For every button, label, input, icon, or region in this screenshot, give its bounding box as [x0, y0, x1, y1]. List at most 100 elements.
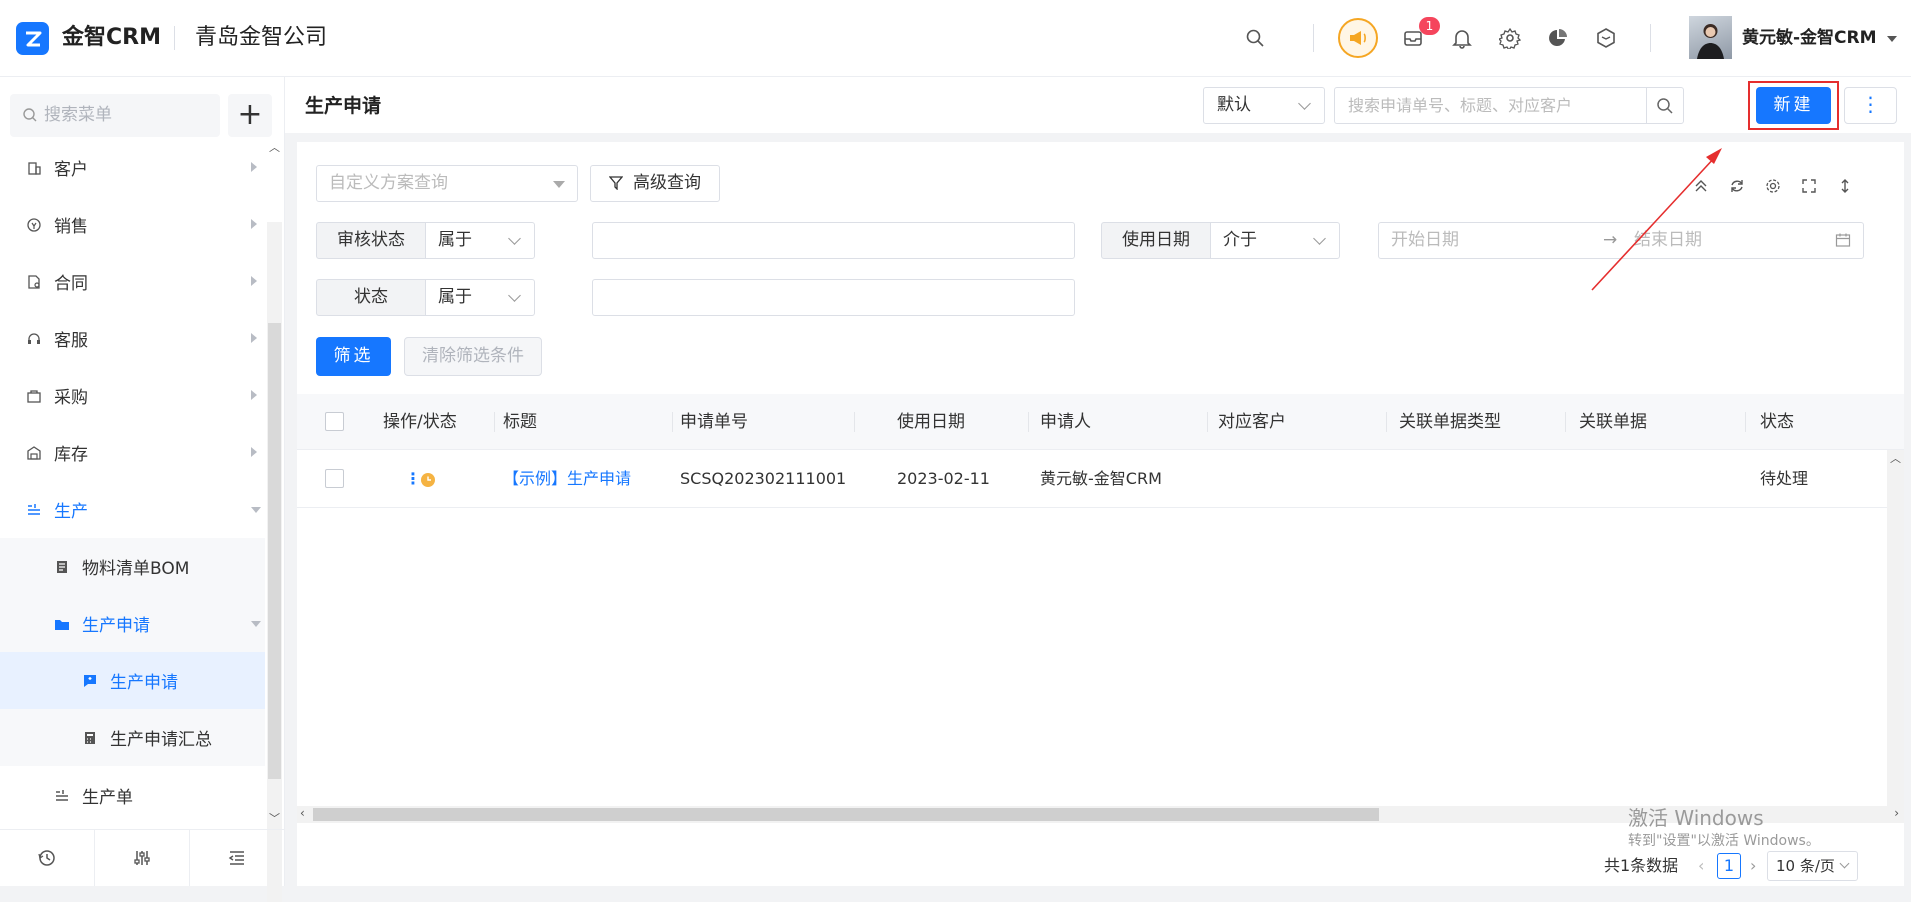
avatar[interactable]	[1689, 16, 1732, 59]
new-button[interactable]: 新建	[1756, 87, 1831, 124]
table-row[interactable]: ⋮ 【示例】生产申请 SCSQ202302111001 2023-02-11 黄…	[297, 450, 1904, 508]
sidebar-item-purchase[interactable]: 采购	[0, 367, 265, 424]
column-header[interactable]: 状态	[1752, 394, 1794, 450]
next-page-icon[interactable]: ›	[1750, 854, 1756, 878]
bell-icon[interactable]	[1450, 26, 1474, 50]
production-icon	[24, 500, 44, 520]
column-header[interactable]: 标题	[495, 394, 537, 450]
column-header[interactable]: 申请人	[1032, 394, 1091, 450]
scroll-up-icon[interactable]: ︿	[1890, 450, 1901, 466]
user-name[interactable]: 黄元敏-金智CRM	[1742, 26, 1877, 50]
sidebar-item-production-request[interactable]: 生产申请	[0, 652, 265, 709]
folder-icon	[52, 614, 72, 634]
search-button[interactable]	[1646, 88, 1683, 123]
sidebar-item-label: 客服	[54, 331, 88, 351]
table-vertical-scrollbar[interactable]: ︿	[1887, 450, 1904, 806]
column-header[interactable]: 关联单据	[1571, 394, 1647, 450]
date-range-picker[interactable]: 开始日期 → 结束日期	[1378, 222, 1864, 259]
sidebar-item-inventory[interactable]: 库存	[0, 424, 265, 481]
building-icon	[24, 158, 44, 178]
column-header[interactable]: 操作/状态	[375, 394, 457, 450]
table-header: 操作/状态 标题 申请单号 使用日期 申请人 对应客户 关联单据类型 关联单据 …	[297, 394, 1904, 450]
refresh-icon[interactable]	[1726, 175, 1748, 197]
sliders-icon[interactable]	[95, 830, 190, 886]
filter-button[interactable]: 筛选	[316, 337, 391, 376]
headset-icon	[24, 329, 44, 349]
column-divider[interactable]	[1745, 412, 1746, 432]
add-menu-button[interactable]: +	[228, 94, 272, 137]
chevron-right-icon	[251, 447, 257, 457]
history-icon[interactable]	[0, 830, 95, 886]
menu-search-input[interactable]: 搜索菜单	[10, 94, 220, 137]
pagination-total: 共1条数据	[1604, 856, 1679, 875]
row-link-type	[1391, 450, 1399, 508]
row-checkbox[interactable]	[325, 469, 344, 488]
row-height-icon[interactable]	[1834, 175, 1856, 197]
sidebar-item-bom[interactable]: 物料清单BOM	[0, 538, 265, 595]
prev-page-icon[interactable]: ‹	[1698, 854, 1704, 878]
scroll-down-icon[interactable]: ﹀	[268, 810, 281, 826]
scroll-left-icon[interactable]: ‹	[300, 806, 305, 820]
status-operator[interactable]: 属于	[425, 279, 535, 316]
sidebar-item-production-order[interactable]: 生产单	[0, 767, 265, 824]
sidebar-item-production[interactable]: 生产	[0, 481, 265, 538]
chevron-down-icon[interactable]	[1881, 27, 1903, 51]
select-all-checkbox[interactable]	[325, 412, 344, 431]
menu-search-placeholder: 搜索菜单	[44, 105, 112, 125]
page-size-select[interactable]: 10 条/页	[1767, 851, 1858, 881]
pie-chart-icon[interactable]	[1546, 26, 1570, 50]
sidebar-item-sales[interactable]: 销售	[0, 196, 265, 253]
sidebar-item-contract[interactable]: 合同	[0, 253, 265, 310]
scheme-query-select[interactable]: 自定义方案查询	[316, 165, 578, 202]
advanced-query-button[interactable]: 高级查询	[590, 165, 720, 202]
scroll-right-icon[interactable]: ›	[1894, 806, 1899, 820]
more-button[interactable]: ⋮	[1844, 87, 1897, 124]
sidebar-item-production-request-summary[interactable]: 生产申请汇总	[0, 709, 265, 766]
row-date: 2023-02-11	[897, 469, 990, 488]
sidebar-item-service[interactable]: 客服	[0, 310, 265, 367]
end-date-placeholder[interactable]: 结束日期	[1634, 223, 1702, 258]
row-title-link[interactable]: 【示例】生产申请	[495, 450, 631, 508]
row-status: 待处理	[1760, 469, 1809, 488]
review-status-value-input[interactable]	[592, 222, 1075, 259]
sidebar-item-production-request-group[interactable]: 生产申请	[0, 595, 265, 652]
record-search-input[interactable]: 搜索申请单号、标题、对应客户	[1334, 87, 1684, 124]
column-header[interactable]: 对应客户	[1210, 394, 1286, 450]
divider	[1650, 24, 1651, 52]
box-icon[interactable]	[1594, 26, 1618, 50]
pagination-current-page[interactable]: 1	[1717, 853, 1741, 879]
view-select[interactable]: 默认	[1203, 87, 1325, 124]
collapse-up-icon[interactable]	[1690, 175, 1712, 197]
settings-icon[interactable]	[1762, 175, 1784, 197]
fullscreen-icon[interactable]	[1798, 175, 1820, 197]
horizontal-scrollbar-thumb[interactable]	[313, 808, 1379, 821]
clear-filter-button[interactable]: 清除筛选条件	[404, 337, 542, 376]
chevron-down-icon	[1839, 858, 1850, 869]
column-header[interactable]: 使用日期	[889, 394, 965, 450]
column-divider[interactable]	[1207, 412, 1208, 432]
row-action-menu[interactable]: ⋮	[397, 450, 421, 508]
start-date-placeholder[interactable]: 开始日期	[1391, 223, 1459, 258]
column-divider[interactable]	[854, 412, 855, 432]
sidebar-item-customer[interactable]: 客户	[0, 139, 265, 196]
view-select-value: 默认	[1217, 95, 1251, 115]
use-date-operator[interactable]: 介于	[1210, 222, 1340, 259]
logo-icon[interactable]	[16, 22, 49, 55]
status-value-input[interactable]	[592, 279, 1075, 316]
column-divider[interactable]	[1386, 412, 1387, 432]
search-icon[interactable]	[1243, 26, 1267, 50]
review-status-operator[interactable]: 属于	[425, 222, 535, 259]
status-operator-value: 属于	[438, 287, 472, 307]
scroll-up-icon[interactable]: ︿	[268, 139, 281, 155]
column-divider[interactable]	[1565, 412, 1566, 432]
divider	[174, 26, 175, 50]
column-header[interactable]: 申请单号	[672, 394, 748, 450]
gear-icon[interactable]	[1498, 26, 1522, 50]
windows-activation-hint: 转到"设置"以激活 Windows。	[1628, 833, 1820, 849]
announcement-icon[interactable]	[1338, 18, 1378, 58]
sidebar-item-label: 库存	[54, 445, 88, 465]
column-divider[interactable]	[1028, 412, 1029, 432]
sidebar-scrollbar-thumb[interactable]	[268, 323, 281, 779]
column-header[interactable]: 关联单据类型	[1391, 394, 1501, 450]
collapse-menu-icon[interactable]	[190, 830, 284, 886]
